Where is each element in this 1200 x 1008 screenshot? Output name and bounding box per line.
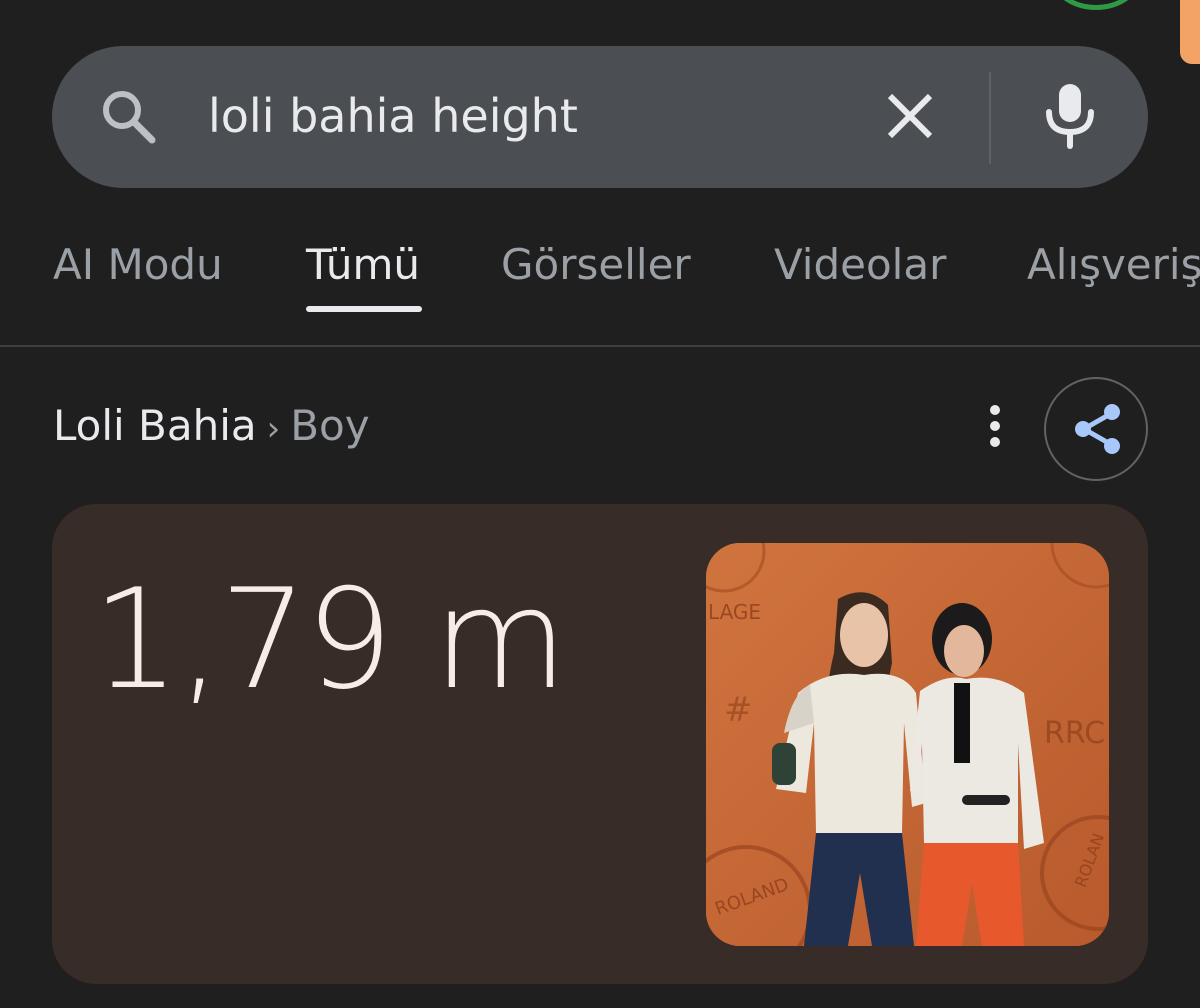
tab-images[interactable]: Görseller bbox=[501, 236, 691, 294]
active-tab-indicator bbox=[306, 306, 422, 312]
tab-shopping[interactable]: Alışveriş bbox=[1027, 236, 1200, 294]
search-icon bbox=[103, 91, 156, 144]
account-avatar[interactable] bbox=[1050, 0, 1142, 10]
share-icon bbox=[1075, 404, 1120, 454]
microphone-icon[interactable] bbox=[1040, 80, 1100, 150]
breadcrumb-attribute: Boy bbox=[290, 401, 370, 450]
breadcrumb-separator: › bbox=[266, 409, 281, 449]
tab-all[interactable]: Tümü bbox=[306, 236, 420, 294]
photo-text-lage: LAGE bbox=[708, 600, 761, 624]
share-button[interactable] bbox=[1044, 377, 1148, 481]
tabs-divider bbox=[0, 345, 1200, 347]
search-input[interactable]: loli bahia height bbox=[208, 86, 578, 146]
breadcrumb-entity[interactable]: Loli Bahia bbox=[53, 401, 257, 450]
photo-illustration: LAGE # RRC ROLAND ROLAN bbox=[706, 543, 1109, 946]
tab-ai-mode[interactable]: AI Modu bbox=[53, 236, 223, 294]
tab-videos[interactable]: Videolar bbox=[774, 236, 946, 294]
photo-text-rrc: RRC bbox=[1044, 716, 1105, 751]
height-value: 1,79 m bbox=[92, 559, 568, 720]
search-divider bbox=[989, 72, 991, 164]
photo-text-hash: # bbox=[724, 690, 753, 730]
close-icon[interactable] bbox=[884, 90, 936, 142]
breadcrumb: Loli Bahia › Boy bbox=[53, 398, 370, 457]
profile-photo[interactable]: LAGE # RRC ROLAND ROLAN bbox=[706, 543, 1109, 946]
side-handle[interactable] bbox=[1180, 0, 1200, 64]
more-vert-icon[interactable] bbox=[975, 402, 1015, 450]
search-results-page: loli bahia height AI Modu Tümü Görseller… bbox=[0, 0, 1200, 1008]
